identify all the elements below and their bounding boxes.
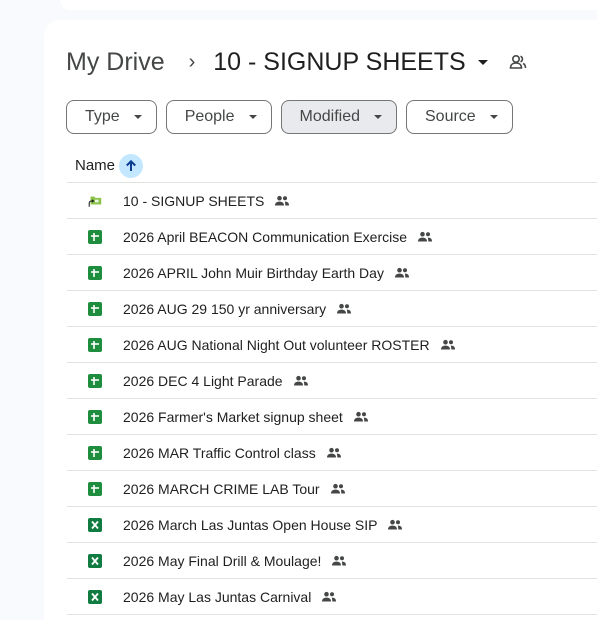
breadcrumb-current-folder[interactable]: 10 - SIGNUP SHEETS (213, 48, 465, 77)
dropdown-caret-icon (374, 115, 382, 119)
filter-chip-label: Type (85, 108, 120, 125)
folder-sharing-icon[interactable] (508, 52, 528, 72)
filter-chip-label: Modified (299, 108, 360, 125)
file-row[interactable]: 10 - SIGNUP SHEETS (67, 183, 597, 219)
file-name: 2026 AUG 29 150 yr anniversary (123, 300, 327, 317)
google-sheets-icon (87, 265, 103, 281)
file-list: Name 10 - SIGNUP SHEETS 2026 April BEACON… (67, 149, 597, 615)
file-row[interactable]: 2026 April BEACON Communication Exercise (67, 219, 597, 255)
breadcrumb-my-drive[interactable]: My Drive (66, 48, 165, 77)
sort-ascending-arrow-icon[interactable] (119, 153, 144, 178)
file-name: 2026 April BEACON Communication Exercise (123, 228, 408, 245)
name-column-header[interactable]: Name (75, 157, 115, 174)
dropdown-caret-icon (133, 115, 142, 119)
list-header: Name (67, 149, 597, 183)
filter-chips: Type People Modified Source (66, 100, 513, 134)
file-name: 2026 March Las Juntas Open House SIP (123, 516, 378, 533)
filter-chip-people[interactable]: People (165, 100, 272, 134)
google-sheets-icon (87, 409, 103, 425)
dropdown-caret-icon (248, 115, 257, 119)
file-name: 2026 AUG National Night Out volunteer RO… (123, 336, 430, 353)
file-row[interactable]: 2026 AUG 29 150 yr anniversary (67, 291, 597, 327)
file-row[interactable]: 2026 Farmer's Market signup sheet (67, 399, 597, 435)
file-name: 10 - SIGNUP SHEETS (123, 192, 265, 209)
file-row[interactable]: 2026 AUG National Night Out volunteer RO… (67, 327, 597, 363)
shared-people-icon (440, 339, 456, 351)
shared-people-icon (394, 267, 410, 279)
file-row[interactable]: 2026 DEC 4 Light Parade (67, 363, 597, 399)
filter-chip-modified[interactable]: Modified (280, 100, 397, 134)
file-row[interactable]: 2026 MARCH CRIME LAB Tour (67, 471, 597, 507)
google-sheets-icon (87, 337, 103, 353)
filter-chip-label: Source (425, 108, 476, 125)
file-row[interactable]: 2026 May Las Juntas Carnival (67, 579, 597, 615)
main-panel: My Drive › 10 - SIGNUP SHEETS Type People… (44, 20, 597, 620)
file-name: 2026 DEC 4 Light Parade (123, 372, 283, 389)
google-sheets-icon (87, 481, 103, 497)
file-name: 2026 Farmer's Market signup sheet (123, 408, 343, 425)
folder-menu-dropdown-icon[interactable] (477, 59, 488, 65)
dropdown-caret-icon (489, 115, 498, 119)
file-row[interactable]: 2026 May Final Drill & Moulage! (67, 543, 597, 579)
google-sheets-icon (87, 301, 103, 317)
shared-people-icon (353, 411, 369, 423)
shared-people-icon (330, 483, 346, 495)
excel-file-icon (87, 589, 103, 605)
excel-file-icon (87, 517, 103, 533)
excel-file-icon (87, 553, 103, 569)
google-sheets-icon (87, 229, 103, 245)
shared-people-icon (274, 195, 290, 207)
shortcut-folder-icon (87, 193, 103, 209)
file-row[interactable]: 2026 March Las Juntas Open House SIP (67, 507, 597, 543)
google-sheets-icon (87, 445, 103, 461)
shared-people-icon (321, 591, 337, 603)
file-rows: 10 - SIGNUP SHEETS 2026 April BEACON Comm… (67, 183, 597, 615)
file-name: 2026 May Las Juntas Carnival (123, 588, 312, 605)
shared-people-icon (417, 231, 433, 243)
filter-chip-label: People (184, 108, 235, 125)
file-name: 2026 May Final Drill & Moulage! (123, 552, 322, 569)
shared-people-icon (331, 555, 347, 567)
shared-people-icon (336, 303, 352, 315)
filter-chip-source[interactable]: Source (406, 100, 513, 134)
shared-people-icon (387, 519, 403, 531)
google-sheets-icon (87, 373, 103, 389)
shared-people-icon (293, 375, 309, 387)
file-name: 2026 MAR Traffic Control class (123, 444, 316, 461)
breadcrumb-separator: › (188, 50, 196, 73)
filter-chip-type[interactable]: Type (66, 100, 157, 134)
top-strip (60, 0, 597, 10)
breadcrumb: My Drive › 10 - SIGNUP SHEETS (66, 42, 528, 82)
file-name: 2026 MARCH CRIME LAB Tour (123, 480, 320, 497)
file-name: 2026 APRIL John Muir Birthday Earth Day (123, 264, 384, 281)
shared-people-icon (326, 447, 342, 459)
file-row[interactable]: 2026 APRIL John Muir Birthday Earth Day (67, 255, 597, 291)
file-row[interactable]: 2026 MAR Traffic Control class (67, 435, 597, 471)
